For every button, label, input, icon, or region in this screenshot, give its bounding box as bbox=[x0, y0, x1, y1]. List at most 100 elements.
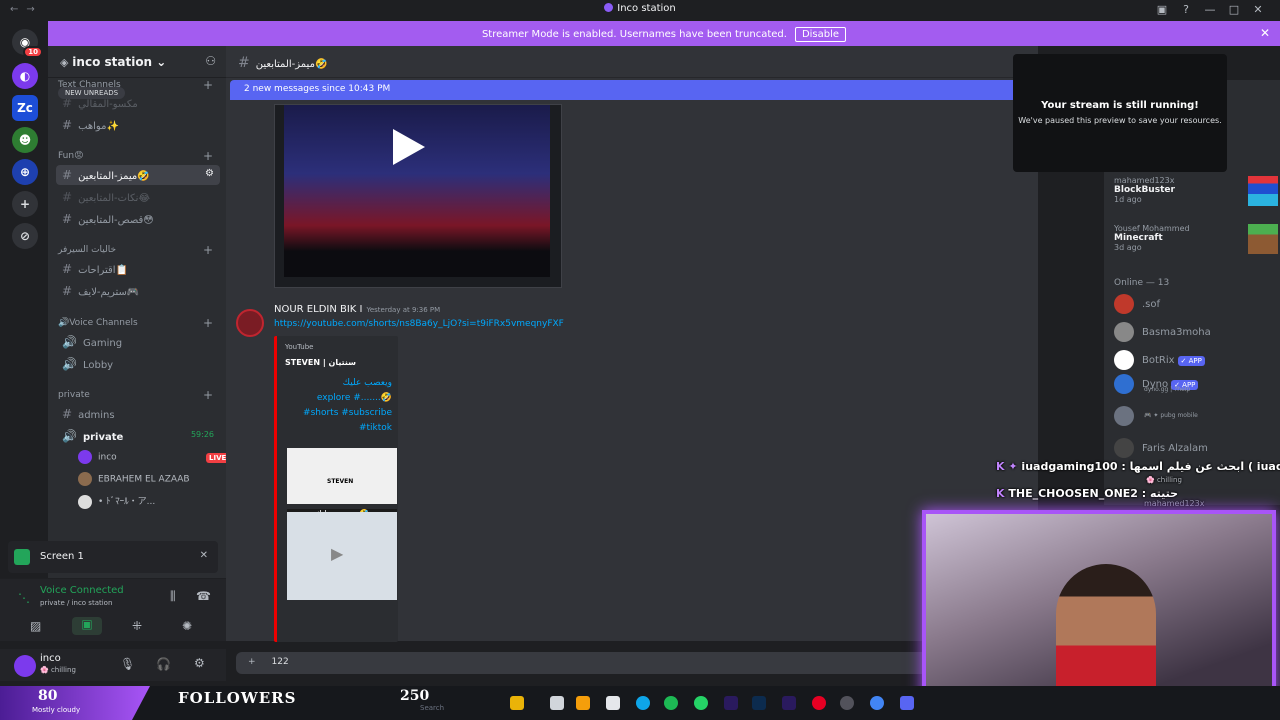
headphones-icon[interactable]: 🎧 bbox=[156, 657, 171, 671]
store-icon[interactable] bbox=[606, 696, 620, 710]
add-member-icon[interactable]: ⚇ bbox=[205, 54, 216, 68]
message-composer[interactable]: +122 bbox=[236, 652, 1030, 674]
member-item[interactable]: Dyno ✓ APP dyno.gg | ?help bbox=[1114, 374, 1199, 396]
voice-channel-gaming[interactable]: 🔊 Gaming bbox=[56, 332, 220, 352]
after-effects-icon[interactable] bbox=[782, 696, 796, 710]
hash-icon: # bbox=[62, 168, 73, 182]
embed-desc-line[interactable]: #shorts #subscribe bbox=[303, 408, 392, 418]
game-icon bbox=[1248, 176, 1278, 206]
channel-stories[interactable]: # قصص-المتابعين😳 bbox=[56, 209, 220, 229]
whatsapp-icon[interactable] bbox=[694, 696, 708, 710]
member-item[interactable]: BotRix ✓ APP bbox=[1114, 350, 1205, 372]
channel-suggestions[interactable]: # اقتراحات📋 bbox=[56, 259, 220, 279]
activity-icon[interactable]: ⁜ bbox=[132, 619, 142, 633]
discord-icon[interactable] bbox=[900, 696, 914, 710]
server-avatar-icon[interactable]: ☻ bbox=[12, 127, 38, 153]
voice-user-inco[interactable]: inco LIVE bbox=[78, 450, 230, 468]
voice-user-ebrahem[interactable]: EBRAHEM EL AZAAB bbox=[78, 472, 218, 490]
message-link[interactable]: https://youtube.com/shorts/ns8Ba6y_LjO?s… bbox=[274, 319, 564, 329]
add-channel-icon[interactable]: + bbox=[203, 243, 213, 257]
category-fun[interactable]: Fun😡 + bbox=[58, 149, 213, 163]
settings-gear-icon[interactable]: ⚙ bbox=[194, 656, 205, 670]
member-item[interactable]: .sof bbox=[1114, 294, 1160, 316]
add-channel-icon[interactable]: + bbox=[203, 388, 213, 402]
video-embed[interactable] bbox=[274, 104, 562, 288]
server-inco-icon[interactable]: ◐ bbox=[12, 63, 38, 89]
message-author[interactable]: NOUR ELDIN BIK I Yesterday at 9:36 PM bbox=[274, 304, 440, 315]
avatar[interactable] bbox=[236, 309, 264, 337]
avatar bbox=[1114, 438, 1134, 458]
screen-share-icon[interactable]: ▣ bbox=[72, 617, 102, 635]
add-channel-icon[interactable]: + bbox=[203, 316, 213, 330]
direct-messages-icon[interactable]: ◉ 10 bbox=[12, 29, 43, 58]
add-channel-icon[interactable]: + bbox=[203, 78, 213, 92]
category-voice[interactable]: 🔊Voice Channels + bbox=[58, 316, 213, 330]
discover-icon[interactable]: ⊘ bbox=[12, 223, 38, 249]
member-item[interactable]: 🎮 ✦ pubg mobile bbox=[1114, 406, 1198, 428]
soundboard-icon[interactable]: ✺ bbox=[182, 619, 192, 633]
avatar bbox=[1114, 322, 1134, 342]
embed-video-thumbnail[interactable]: ▶ bbox=[287, 512, 397, 600]
chrome-icon[interactable] bbox=[870, 696, 884, 710]
hash-icon: # bbox=[62, 190, 73, 204]
new-unreads-pill[interactable]: NEW UNREADS bbox=[58, 87, 126, 99]
avatar bbox=[78, 494, 92, 509]
close-notice-icon[interactable]: ✕ bbox=[1260, 26, 1270, 40]
folder-icon[interactable] bbox=[576, 696, 590, 710]
activity-card[interactable]: mahamed123x BlockBuster 1d ago bbox=[1114, 176, 1278, 206]
disable-button[interactable]: Disable bbox=[794, 27, 847, 42]
new-messages-bar[interactable]: 2 new messages since 10:43 PM bbox=[230, 80, 1030, 100]
server-zc-icon[interactable]: Zc bbox=[12, 95, 38, 121]
embed-desc-line[interactable]: explore #.......🤣 bbox=[317, 393, 392, 403]
file-icon[interactable] bbox=[550, 696, 564, 710]
close-button[interactable]: ✕ bbox=[1246, 3, 1270, 16]
channel-stream[interactable]: # ستريم-لايف🎮 bbox=[56, 281, 220, 301]
pinterest-icon[interactable] bbox=[812, 696, 826, 710]
photoshop-icon[interactable] bbox=[752, 696, 766, 710]
spotify-icon[interactable] bbox=[664, 696, 678, 710]
window-controls[interactable]: ▣? — □ ✕ bbox=[1150, 3, 1270, 16]
close-icon[interactable]: ✕ bbox=[200, 550, 208, 561]
activity-card[interactable]: Yousef Mohammed Minecraft 3d ago bbox=[1114, 224, 1278, 254]
speaker-icon: 🔊 bbox=[62, 429, 77, 443]
channel-jokes[interactable]: # نكات-المتابعين😂 bbox=[56, 187, 220, 207]
channel-c2[interactable]: # مواهب✨ bbox=[56, 115, 220, 135]
channel-memes-active[interactable]: # ميمز-المتابعين🤣 ⚙ bbox=[56, 165, 220, 185]
taskbar-search[interactable]: Search bbox=[420, 704, 444, 712]
channel-admins[interactable]: # admins bbox=[56, 404, 220, 424]
voice-connected-label[interactable]: Voice Connected bbox=[40, 585, 124, 596]
camera-off-icon[interactable]: ▨ bbox=[30, 619, 41, 633]
avatar[interactable] bbox=[14, 655, 36, 677]
voice-user-3[interactable]: • ﾄﾞﾏｰﾙ・ア... bbox=[78, 494, 218, 512]
category-private[interactable]: private + bbox=[58, 388, 213, 402]
obs-icon[interactable] bbox=[840, 696, 854, 710]
minimize-button[interactable]: — bbox=[1198, 3, 1222, 16]
noise-suppression-icon[interactable]: ⫼ bbox=[170, 589, 176, 604]
add-attachment-icon[interactable]: + bbox=[248, 657, 256, 667]
screen-share-panel[interactable]: Screen 1 ✕ bbox=[8, 541, 218, 573]
disconnect-icon[interactable]: ☎ bbox=[196, 589, 211, 603]
premiere-icon[interactable] bbox=[724, 696, 738, 710]
help-icon[interactable]: ? bbox=[1174, 3, 1198, 16]
member-item[interactable]: Basma3moha bbox=[1114, 322, 1211, 344]
edge-icon[interactable] bbox=[636, 696, 650, 710]
embed-desc-line[interactable]: #tiktok bbox=[359, 423, 392, 433]
embed-image[interactable]: STEVEN ويعصب عليك🤣 bbox=[287, 448, 397, 518]
server-globe-icon[interactable]: ⊕ bbox=[12, 159, 38, 185]
play-icon[interactable] bbox=[393, 129, 425, 165]
member-item[interactable]: Faris Alzalam bbox=[1114, 438, 1208, 460]
voice-channel-lobby[interactable]: 🔊 Lobby bbox=[56, 354, 220, 374]
app-icon[interactable] bbox=[510, 696, 524, 710]
inbox-icon[interactable]: ▣ bbox=[1150, 3, 1174, 16]
voice-channel-private[interactable]: 🔊 private 59:26 bbox=[56, 426, 220, 446]
unread-badge: 10 bbox=[23, 46, 43, 58]
server-header[interactable]: ◈ inco station ⌄ ⚇ bbox=[48, 46, 226, 78]
category-server-extras[interactable]: خاليات السيرفر + bbox=[58, 243, 213, 257]
add-server-icon[interactable]: + bbox=[12, 191, 38, 217]
add-channel-icon[interactable]: + bbox=[203, 149, 213, 163]
channel-settings-icon[interactable]: ⚙ bbox=[205, 168, 214, 179]
maximize-button[interactable]: □ bbox=[1222, 3, 1246, 16]
mic-icon[interactable]: 🎙 bbox=[120, 657, 135, 671]
embed-title[interactable]: STEVEN | سنتيان bbox=[285, 358, 356, 367]
embed-provider[interactable]: YouTube bbox=[285, 343, 313, 351]
